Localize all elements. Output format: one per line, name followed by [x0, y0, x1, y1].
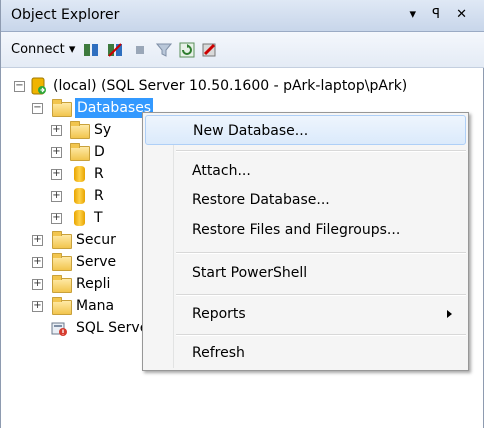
menu-separator: [176, 150, 466, 152]
expand-icon[interactable]: +: [32, 235, 43, 246]
menu-item-refresh[interactable]: Refresh: [145, 338, 466, 368]
refresh-icon[interactable]: [179, 42, 195, 58]
panel-title: Object Explorer: [11, 7, 120, 23]
window-controls[interactable]: ▾ ꟼ ✕: [409, 7, 473, 22]
database-icon: [74, 210, 85, 226]
expand-icon[interactable]: +: [32, 301, 43, 312]
menu-item-label: Reports: [192, 306, 246, 322]
connect-button[interactable]: Connect ▾: [11, 42, 75, 57]
menu-item-label: Refresh: [192, 345, 245, 361]
folder-icon: [52, 231, 72, 249]
activity-monitor-icon[interactable]: [202, 42, 218, 58]
menu-item-label: Attach...: [192, 163, 251, 179]
database-icon: [74, 166, 85, 182]
tree-node-label: Sy: [94, 122, 112, 138]
disconnect-server-icon[interactable]: [107, 42, 123, 58]
stop-icon[interactable]: [132, 42, 148, 58]
sql-agent-icon: [51, 322, 67, 336]
folder-icon: [52, 275, 72, 293]
tree-node-label: Repli: [76, 276, 111, 292]
expand-icon[interactable]: +: [32, 257, 43, 268]
submenu-arrow-icon: [447, 310, 452, 318]
expand-icon[interactable]: +: [51, 191, 62, 202]
folder-icon: [70, 143, 90, 161]
expand-icon[interactable]: +: [51, 213, 62, 224]
tree-node-label: Serve: [76, 254, 117, 270]
expand-icon[interactable]: +: [32, 279, 43, 290]
menu-item-attach[interactable]: Attach...: [145, 156, 466, 186]
connect-server-icon[interactable]: [83, 42, 99, 58]
folder-icon: [70, 121, 90, 139]
menu-item-restore-database[interactable]: Restore Database...: [145, 185, 466, 215]
object-explorer-panel: Object Explorer ▾ ꟼ ✕ Connect ▾ − (local…: [0, 0, 484, 428]
expand-icon[interactable]: +: [51, 147, 62, 158]
menu-separator: [176, 252, 466, 254]
menu-item-new-database[interactable]: New Database...: [145, 115, 466, 145]
expand-icon[interactable]: +: [51, 169, 62, 180]
tree-node-label: R: [94, 188, 104, 204]
tree-node-label: D: [94, 144, 105, 160]
folder-icon: [52, 99, 72, 117]
tree-node-server[interactable]: − (local) (SQL Server 10.50.1600 - pArk-…: [1, 76, 484, 96]
expand-icon[interactable]: +: [51, 125, 62, 136]
folder-icon: [52, 297, 72, 315]
collapse-icon[interactable]: −: [14, 81, 25, 92]
folder-icon: [52, 253, 72, 271]
menu-item-label: Restore Database...: [192, 192, 330, 208]
menu-separator: [176, 294, 466, 296]
database-icon: [74, 188, 85, 204]
server-label: (local) (SQL Server 10.50.1600 - pArk-la…: [53, 78, 408, 94]
filter-icon[interactable]: [156, 42, 172, 58]
menu-item-start-powershell[interactable]: Start PowerShell: [145, 258, 466, 288]
tree-node-label: T: [94, 210, 103, 226]
tree-node-label: Mana: [76, 298, 115, 314]
tree-node-label: R: [94, 166, 104, 182]
context-menu: New Database... Attach... Restore Databa…: [142, 112, 469, 371]
menu-item-label: Start PowerShell: [192, 265, 308, 281]
menu-item-restore-files[interactable]: Restore Files and Filegroups...: [145, 215, 466, 245]
toolbar: Connect ▾: [1, 32, 484, 68]
title-bar: Object Explorer ▾ ꟼ ✕: [1, 0, 484, 32]
server-icon: [31, 77, 46, 95]
menu-item-label: New Database...: [193, 123, 309, 139]
tree-node-label: Secur: [76, 232, 116, 248]
collapse-icon[interactable]: −: [32, 103, 43, 114]
menu-item-reports[interactable]: Reports: [145, 299, 466, 329]
menu-separator: [176, 334, 466, 336]
menu-item-label: Restore Files and Filegroups...: [192, 222, 401, 238]
